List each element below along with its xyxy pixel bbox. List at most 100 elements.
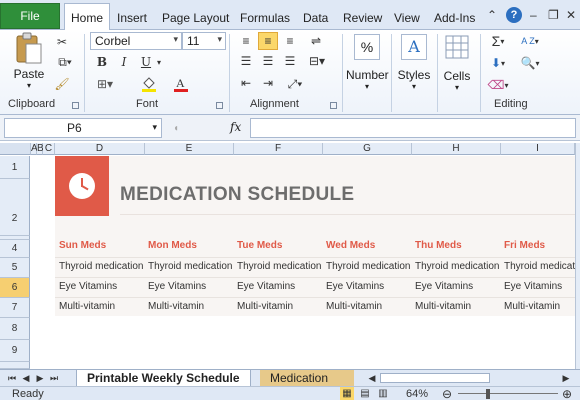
format-painter-icon[interactable]: 🖌 — [54, 76, 70, 92]
cut-icon[interactable]: ✂ — [54, 34, 70, 50]
cell-thu-1[interactable]: Thyroid medication — [415, 261, 499, 272]
collapse-ribbon-icon[interactable]: ⌃ — [487, 8, 497, 22]
column-header-i[interactable]: I — [501, 143, 575, 155]
sheet-tab-printable-weekly[interactable]: Printable Weekly Schedule — [76, 370, 251, 386]
tab-review[interactable]: Review — [343, 6, 382, 30]
last-sheet-icon[interactable]: ⏭ — [48, 371, 60, 385]
help-icon[interactable]: ? — [506, 7, 522, 23]
tab-file[interactable]: File — [0, 3, 60, 29]
row-header-4[interactable]: 4 — [0, 240, 30, 258]
autosum-icon[interactable]: Σ ▾ — [486, 32, 510, 50]
row-header-6[interactable]: 6 — [0, 278, 30, 298]
next-sheet-icon[interactable]: ▶ — [34, 371, 46, 385]
cell-thu-3[interactable]: Multi-vitamin — [415, 301, 471, 312]
header-wed[interactable]: Wed Meds — [326, 240, 375, 251]
bold-button[interactable]: B — [94, 54, 110, 70]
underline-dropdown-icon[interactable]: ▾ — [154, 54, 164, 70]
restore-icon[interactable]: ❐ — [548, 8, 559, 22]
increase-indent-icon[interactable]: ⇥ — [260, 76, 276, 90]
cell-mon-1[interactable]: Thyroid medication — [148, 261, 232, 272]
cell-mon-2[interactable]: Eye Vitamins — [148, 281, 206, 292]
styles-button[interactable]: A Styles ▾ — [394, 34, 434, 91]
row-header-8[interactable]: 8 — [0, 318, 30, 340]
borders-icon[interactable]: ⊞▾ — [96, 76, 114, 92]
find-select-icon[interactable]: 🔍 ▾ — [516, 54, 544, 72]
tab-page-layout[interactable]: Page Layout — [162, 6, 229, 30]
italic-button[interactable]: I — [116, 54, 132, 70]
cell-fri-3[interactable]: Multi-vitamin — [504, 301, 560, 312]
sort-filter-icon[interactable]: A Z ▾ — [516, 32, 544, 50]
tab-data[interactable]: Data — [303, 6, 328, 30]
cell-thu-2[interactable]: Eye Vitamins — [415, 281, 473, 292]
formula-input[interactable] — [250, 118, 576, 138]
clipboard-launcher-icon[interactable] — [72, 102, 79, 109]
cell-fri-1[interactable]: Thyroid medication — [504, 261, 575, 272]
column-header-g[interactable]: G — [323, 143, 412, 155]
zoom-out-icon[interactable]: ⊖ — [440, 387, 454, 400]
cell-wed-3[interactable]: Multi-vitamin — [326, 301, 382, 312]
cell-tue-2[interactable]: Eye Vitamins — [237, 281, 295, 292]
clear-icon[interactable]: ⌫ ▾ — [486, 76, 510, 94]
tab-formulas[interactable]: Formulas — [240, 6, 290, 30]
normal-view-icon[interactable]: ▦ — [340, 387, 354, 400]
header-fri[interactable]: Fri Meds — [504, 240, 545, 251]
insert-function-icon[interactable]: fx — [230, 120, 241, 134]
number-format-button[interactable]: % Number ▾ — [346, 34, 389, 91]
tab-view[interactable]: View — [394, 6, 420, 30]
header-tue[interactable]: Tue Meds — [237, 240, 282, 251]
column-header-f[interactable]: F — [234, 143, 323, 155]
align-center-icon[interactable]: ☰ — [260, 54, 276, 68]
close-icon[interactable]: ✕ — [566, 8, 576, 22]
scroll-left-icon[interactable]: ◀ — [366, 371, 378, 385]
column-header-c[interactable]: C — [43, 143, 55, 155]
first-sheet-icon[interactable]: ⏮ — [6, 371, 18, 385]
sheet-tab-medication[interactable]: Medication Sch — [260, 370, 354, 386]
page-break-view-icon[interactable]: ▥ — [376, 387, 390, 400]
header-sun[interactable]: Sun Meds — [59, 240, 106, 251]
row-header-2[interactable]: 2 — [0, 179, 30, 236]
font-launcher-icon[interactable] — [216, 102, 223, 109]
column-header-h[interactable]: H — [412, 143, 501, 155]
cell-sun-1[interactable]: Thyroid medication — [59, 261, 143, 272]
paste-button[interactable]: Paste ▾ — [8, 32, 50, 90]
decrease-indent-icon[interactable]: ⇤ — [238, 76, 254, 90]
zoom-level[interactable]: 64% — [406, 388, 428, 400]
copy-icon[interactable]: ⧉▾ — [54, 54, 76, 70]
worksheet[interactable]: MEDICATION SCHEDULE Sun Meds Mon Meds Tu… — [31, 156, 575, 369]
align-right-icon[interactable]: ☰ — [282, 54, 298, 68]
scroll-right-icon[interactable]: ▶ — [560, 371, 572, 385]
cell-mon-3[interactable]: Multi-vitamin — [148, 301, 204, 312]
fill-color-icon[interactable] — [138, 74, 160, 94]
cell-wed-2[interactable]: Eye Vitamins — [326, 281, 384, 292]
row-header-10[interactable] — [0, 362, 30, 369]
zoom-in-icon[interactable]: ⊕ — [560, 387, 574, 400]
align-middle-icon[interactable]: ≡ — [258, 32, 278, 50]
select-all-corner[interactable] — [0, 143, 31, 155]
fill-icon[interactable]: ⬇ ▾ — [486, 54, 510, 72]
align-top-icon[interactable]: ≡ — [238, 34, 254, 48]
tab-add-ins[interactable]: Add-Ins — [434, 6, 475, 30]
minimize-icon[interactable]: – — [530, 8, 537, 22]
horizontal-scrollbar[interactable] — [380, 373, 490, 383]
cell-sun-3[interactable]: Multi-vitamin — [59, 301, 115, 312]
align-bottom-icon[interactable]: ≡ — [282, 34, 298, 48]
page-layout-view-icon[interactable]: ▤ — [358, 387, 372, 400]
cell-fri-2[interactable]: Eye Vitamins — [504, 281, 562, 292]
header-thu[interactable]: Thu Meds — [415, 240, 462, 251]
underline-button[interactable]: U — [138, 54, 154, 70]
cell-sun-2[interactable]: Eye Vitamins — [59, 281, 117, 292]
wrap-text-icon[interactable]: ⇌ — [306, 32, 326, 50]
font-name-select[interactable]: Corbel ▾ — [90, 32, 182, 50]
tab-home[interactable]: Home — [64, 3, 111, 31]
zoom-slider[interactable] — [458, 393, 558, 394]
font-size-select[interactable]: 11 ▾ — [182, 32, 226, 50]
row-header-1[interactable]: 1 — [0, 156, 30, 179]
zoom-slider-thumb[interactable] — [486, 389, 490, 399]
vertical-scrollbar[interactable] — [575, 143, 580, 369]
row-header-7[interactable]: 7 — [0, 298, 30, 318]
column-header-e[interactable]: E — [145, 143, 234, 155]
cell-tue-3[interactable]: Multi-vitamin — [237, 301, 293, 312]
prev-sheet-icon[interactable]: ◀ — [20, 371, 32, 385]
cell-tue-1[interactable]: Thyroid medication — [237, 261, 321, 272]
font-color-icon[interactable]: A — [170, 74, 192, 94]
